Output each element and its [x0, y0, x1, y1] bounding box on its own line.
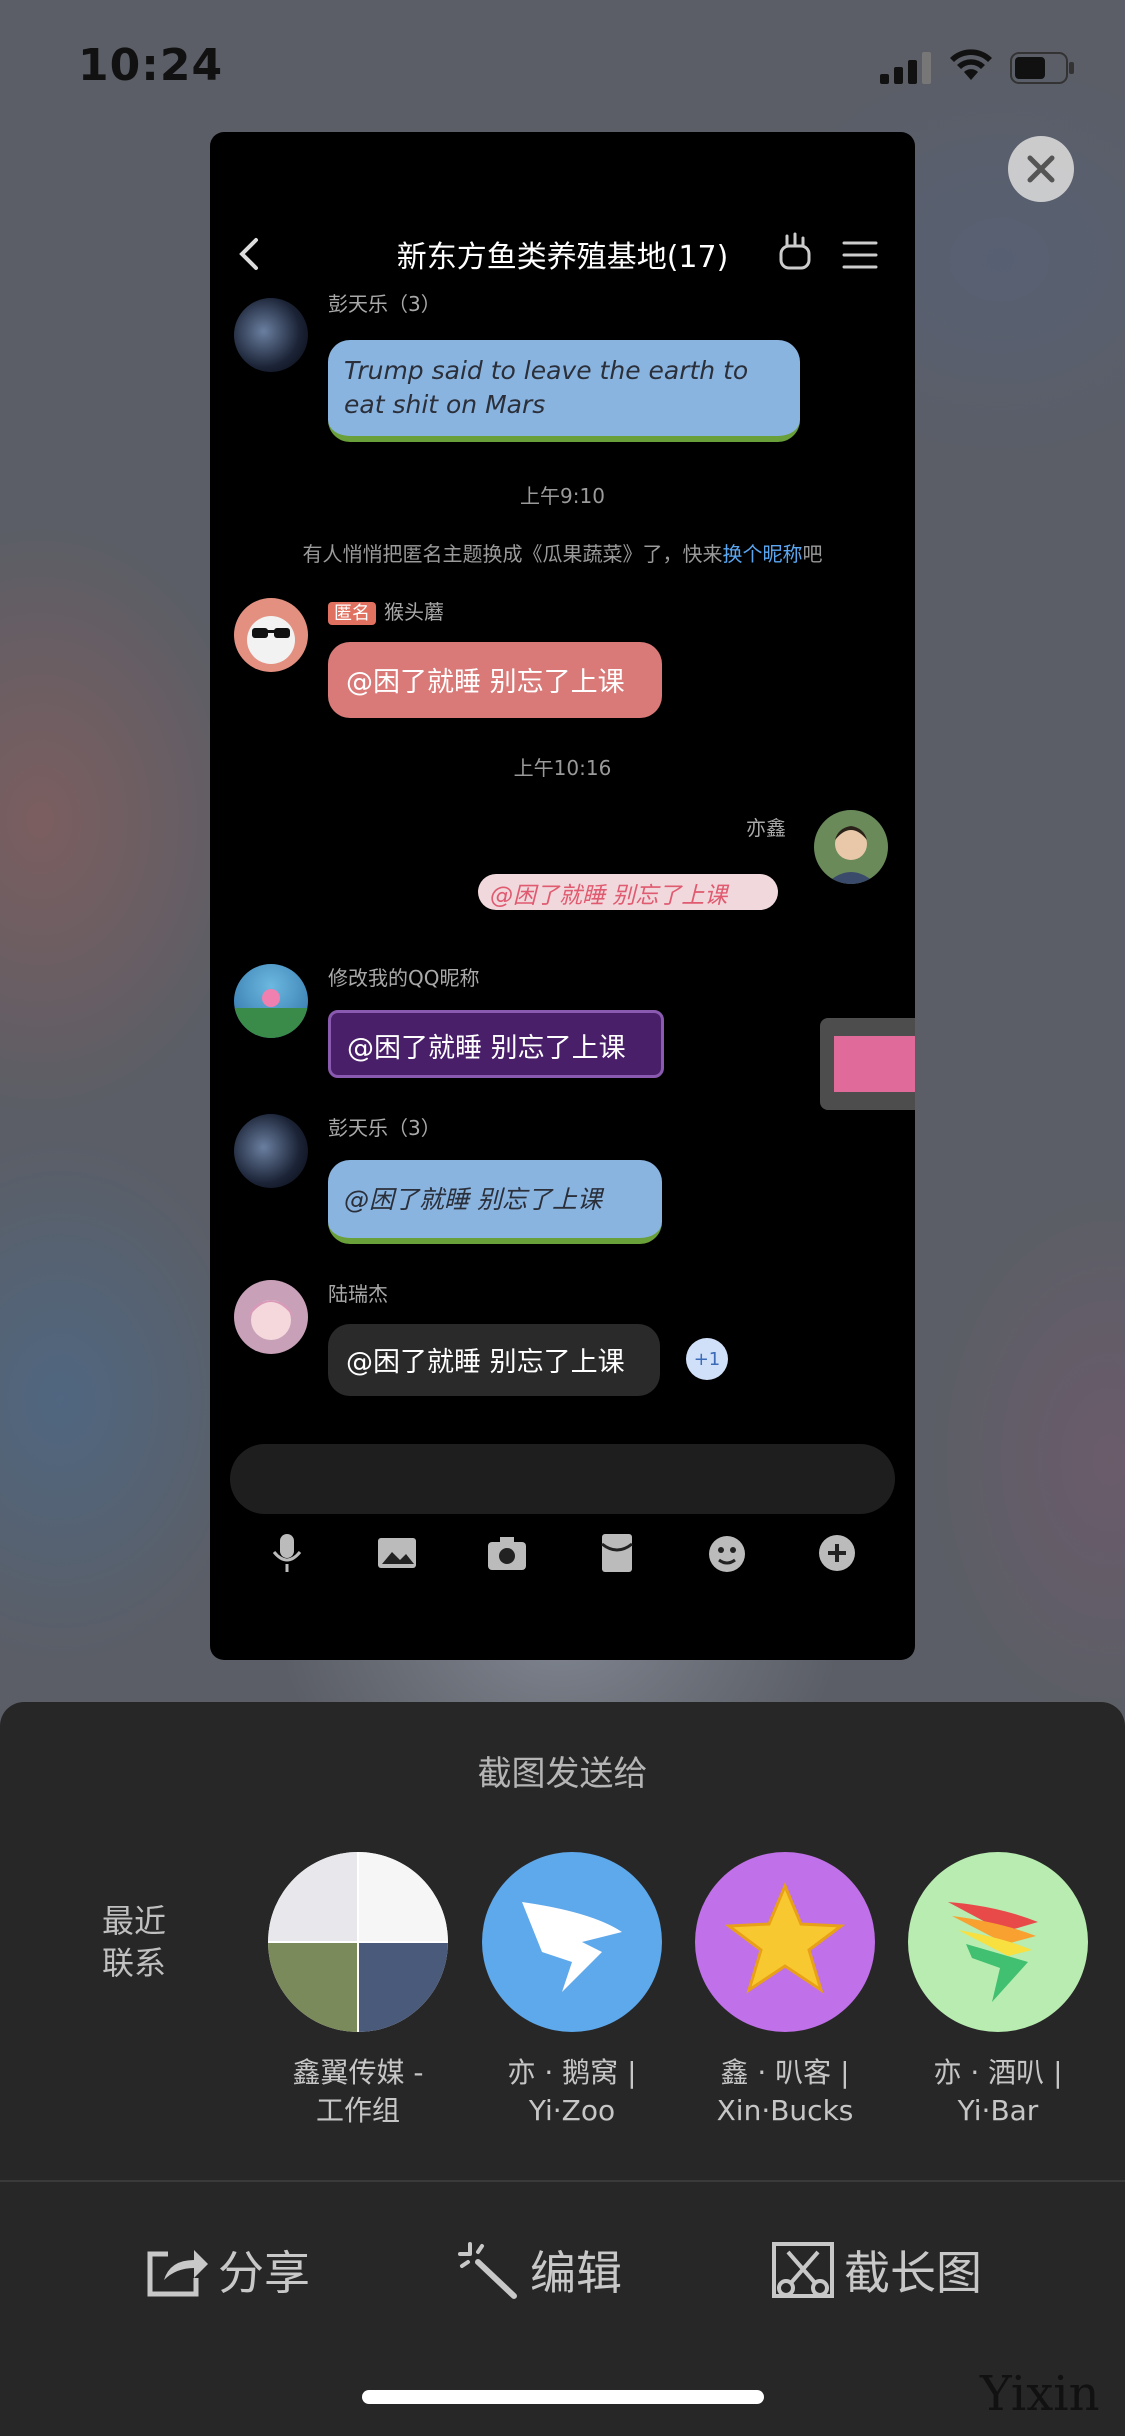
image-icon[interactable]: [376, 1532, 418, 1574]
contact-name: 鑫翼传媒 - 工作组: [292, 2056, 424, 2127]
watermark-text: Yixin: [980, 2366, 1100, 2422]
screenshot-preview[interactable]: 新东方鱼类养殖基地(17) 彭天乐（3） Trump said to leave…: [210, 132, 915, 1660]
contact-item[interactable]: 亦 · 鹅窝 | Yi·Zoo: [472, 1852, 672, 2130]
sender-name: 亦鑫: [746, 816, 786, 840]
avatar[interactable]: [234, 1280, 308, 1354]
contact-item[interactable]: 鑫翼传媒 - 工作组: [258, 1852, 458, 2130]
divider: [0, 2180, 1125, 2182]
avatar[interactable]: [234, 1114, 308, 1188]
sender-name: 陆瑞杰: [328, 1282, 388, 1306]
group-card-preview[interactable]: [820, 1018, 915, 1110]
wifi-icon: [950, 49, 992, 80]
camera-icon[interactable]: [486, 1532, 528, 1574]
sender-name: 修改我的QQ昵称: [328, 966, 480, 990]
cellular-signal-icon: [880, 52, 931, 84]
menu-icon: [842, 241, 878, 269]
group-avatar: [268, 1852, 448, 2032]
star-avatar-icon: [695, 1852, 875, 2032]
rainbow-ding-avatar-icon: [908, 1852, 1088, 2032]
message-bubble[interactable]: @困了就睡 别忘了上课: [328, 1324, 660, 1396]
recent-contacts-label: 最近联系: [101, 1902, 166, 1982]
share-sheet: 截图发送给 最近联系 鑫翼传媒 - 工作组 亦 · 鹅窝 | Yi·Zoo 鑫 · …: [0, 1702, 1125, 2436]
sender-name: 匿名 猴头蘑: [328, 596, 444, 625]
avatar[interactable]: [814, 810, 888, 884]
sheet-title: 截图发送给: [477, 1754, 648, 1794]
close-icon: [1027, 155, 1055, 183]
scissors-icon: [772, 2242, 834, 2298]
sunglasses-avatar-icon: [247, 616, 295, 664]
contact-item[interactable]: 亦 · 酒叭 | Yi·Bar: [898, 1852, 1098, 2130]
plus-icon[interactable]: [816, 1532, 858, 1574]
anime-avatar-icon: [248, 1300, 294, 1340]
home-indicator: [362, 2390, 764, 2404]
message-input[interactable]: [230, 1444, 895, 1514]
magic-wand-icon: [458, 2242, 517, 2299]
notice-suffix: 吧: [802, 542, 823, 566]
battery-icon: [1010, 52, 1074, 84]
message-bubble[interactable]: @困了就睡 别忘了上课: [328, 1160, 662, 1244]
timestamp: 上午10:16: [513, 756, 612, 780]
hand-icon: [779, 232, 811, 270]
edit-button[interactable]: 编辑: [456, 2232, 622, 2308]
close-button[interactable]: [1008, 136, 1074, 202]
lotus-avatar-icon: [234, 989, 308, 1038]
sender-name: 彭天乐（3）: [328, 292, 441, 316]
sender-name: 彭天乐（3）: [328, 1116, 441, 1140]
message-bubble[interactable]: @困了就睡 别忘了上课: [478, 874, 778, 910]
ding-avatar-icon: [482, 1852, 662, 2032]
share-icon: [147, 2250, 208, 2297]
red-packet-icon[interactable]: [596, 1532, 638, 1574]
message-bubble[interactable]: @困了就睡 别忘了上课: [328, 1010, 664, 1078]
person-avatar-icon: [826, 826, 876, 884]
contact-name: 亦 · 酒叭 | Yi·Bar: [933, 2056, 1063, 2127]
plus-one-badge[interactable]: +1: [686, 1338, 728, 1380]
status-time: 10:24: [78, 40, 224, 91]
system-notice: 有人悄悄把匿名主题换成《瓜果蔬菜》了，快来换个昵称吧: [210, 538, 915, 567]
share-button[interactable]: 分享: [144, 2232, 310, 2308]
avatar[interactable]: [234, 598, 308, 672]
group-card-thumb: [834, 1036, 915, 1092]
emoji-icon[interactable]: [706, 1532, 748, 1574]
change-nickname-link[interactable]: 换个昵称: [723, 542, 803, 566]
contact-name: 亦 · 鹅窝 | Yi·Zoo: [507, 2056, 637, 2127]
microphone-icon[interactable]: [266, 1532, 308, 1574]
message-bubble[interactable]: @困了就睡 别忘了上课: [328, 642, 662, 718]
avatar[interactable]: [234, 964, 308, 1038]
message-bubble[interactable]: Trump said to leave the earth to eat shi…: [328, 340, 800, 442]
anonymous-tag: 匿名: [328, 602, 376, 625]
notice-text: 有人悄悄把匿名主题换成《瓜果蔬菜》了，快来: [302, 542, 723, 566]
contact-item[interactable]: 鑫 · 叭客 | Xin·Bucks: [685, 1852, 885, 2130]
timestamp: 上午9:10: [520, 484, 605, 508]
long-screenshot-button[interactable]: 截长图: [770, 2232, 982, 2308]
contact-name: 鑫 · 叭客 | Xin·Bucks: [716, 2056, 854, 2127]
avatar[interactable]: [234, 298, 308, 372]
